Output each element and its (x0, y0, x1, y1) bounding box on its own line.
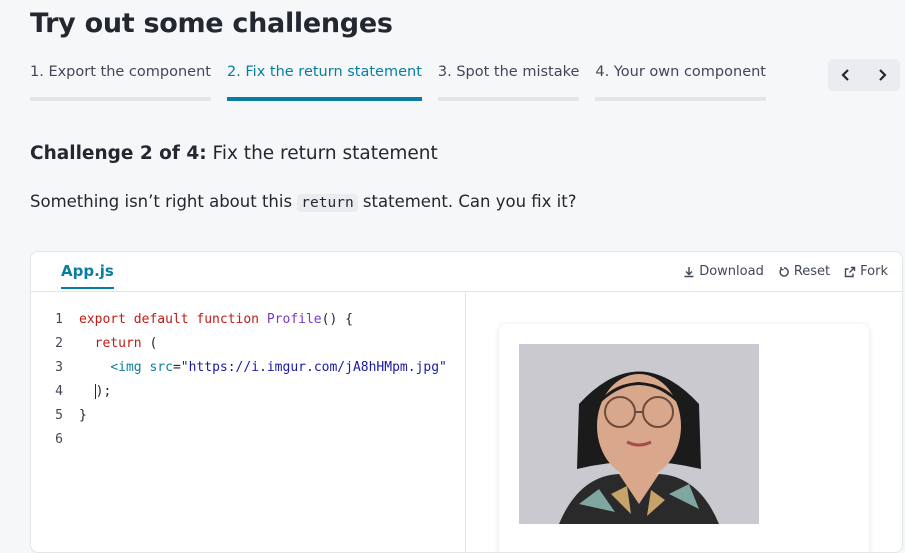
code-sandbox: App.js Download Reset Fork 1 export defau… (30, 251, 903, 553)
code-keyword: export default function (79, 312, 267, 327)
line-number: 3 (55, 360, 63, 375)
download-icon (684, 266, 694, 277)
tab-fix-return[interactable]: 2. Fix the return statement (226, 64, 422, 101)
code-attribute: src (141, 360, 173, 375)
code-punctuation: ( (141, 336, 158, 351)
tab-export-component[interactable]: 1. Export the component (30, 64, 211, 101)
reset-label: Reset (793, 264, 831, 279)
code-equals: = (172, 360, 181, 375)
preview-pane (499, 324, 869, 552)
chevron-left-icon (841, 69, 849, 81)
desc-text-after: statement. Can you fix it? (357, 192, 577, 211)
code-punctuation: } (79, 408, 87, 423)
profile-photo (519, 344, 759, 524)
challenge-tabs: 1. Export the component 2. Fix the retur… (30, 64, 766, 101)
next-challenge-button[interactable] (864, 59, 900, 91)
line-number: 1 (55, 312, 63, 327)
download-button[interactable]: Download (683, 264, 764, 279)
code-editor[interactable]: 1 export default function Profile() { 2 r… (31, 292, 466, 552)
challenge-heading: Challenge 2 of 4: Fix the return stateme… (30, 143, 438, 164)
code-keyword: return (94, 336, 142, 351)
challenge-counter: Challenge 2 of 4: (30, 143, 207, 164)
code-line: 4 ); (31, 382, 112, 402)
code-tag: <img (110, 360, 142, 375)
code-line: 2 return ( (31, 334, 157, 354)
challenge-description: Something isn’t right about this return … (30, 192, 577, 212)
reset-icon (779, 266, 789, 277)
line-number: 2 (55, 336, 63, 351)
line-number: 4 (55, 384, 63, 399)
fork-label: Fork (860, 264, 888, 279)
code-punctuation: ); (94, 384, 112, 399)
line-number: 5 (55, 408, 63, 423)
desc-text-before: Something isn’t right about this (30, 192, 298, 211)
previous-challenge-button[interactable] (828, 59, 864, 91)
download-label: Download (699, 264, 764, 279)
reset-button[interactable]: Reset (778, 264, 830, 279)
sandbox-toolbar: App.js Download Reset Fork (31, 252, 902, 292)
code-punctuation: () { (321, 312, 353, 327)
fork-button[interactable]: Fork (844, 264, 888, 279)
line-number: 6 (55, 432, 63, 447)
tab-spot-mistake[interactable]: 3. Spot the mistake (437, 64, 580, 101)
inline-code-return: return (297, 194, 358, 212)
challenge-nav (828, 59, 900, 91)
code-line: 5} (31, 406, 87, 426)
code-line: 1 export default function Profile() { (31, 310, 353, 330)
sandbox-actions: Download Reset Fork (683, 264, 888, 279)
challenge-title: Fix the return statement (212, 143, 438, 164)
external-link-icon (844, 266, 856, 277)
page-title: Try out some challenges (30, 8, 393, 39)
code-function-name: Profile (266, 312, 322, 327)
chevron-right-icon (879, 69, 887, 81)
file-tab-app-js[interactable]: App.js (61, 262, 114, 289)
code-string: "https://i.imgur.com/jA8hHMpm.jpg" (180, 360, 447, 375)
code-line: 3 <img src="https://i.imgur.com/jA8hHMpm… (31, 358, 447, 378)
tab-own-component[interactable]: 4. Your own component (595, 64, 766, 101)
code-line: 6 (31, 430, 63, 450)
